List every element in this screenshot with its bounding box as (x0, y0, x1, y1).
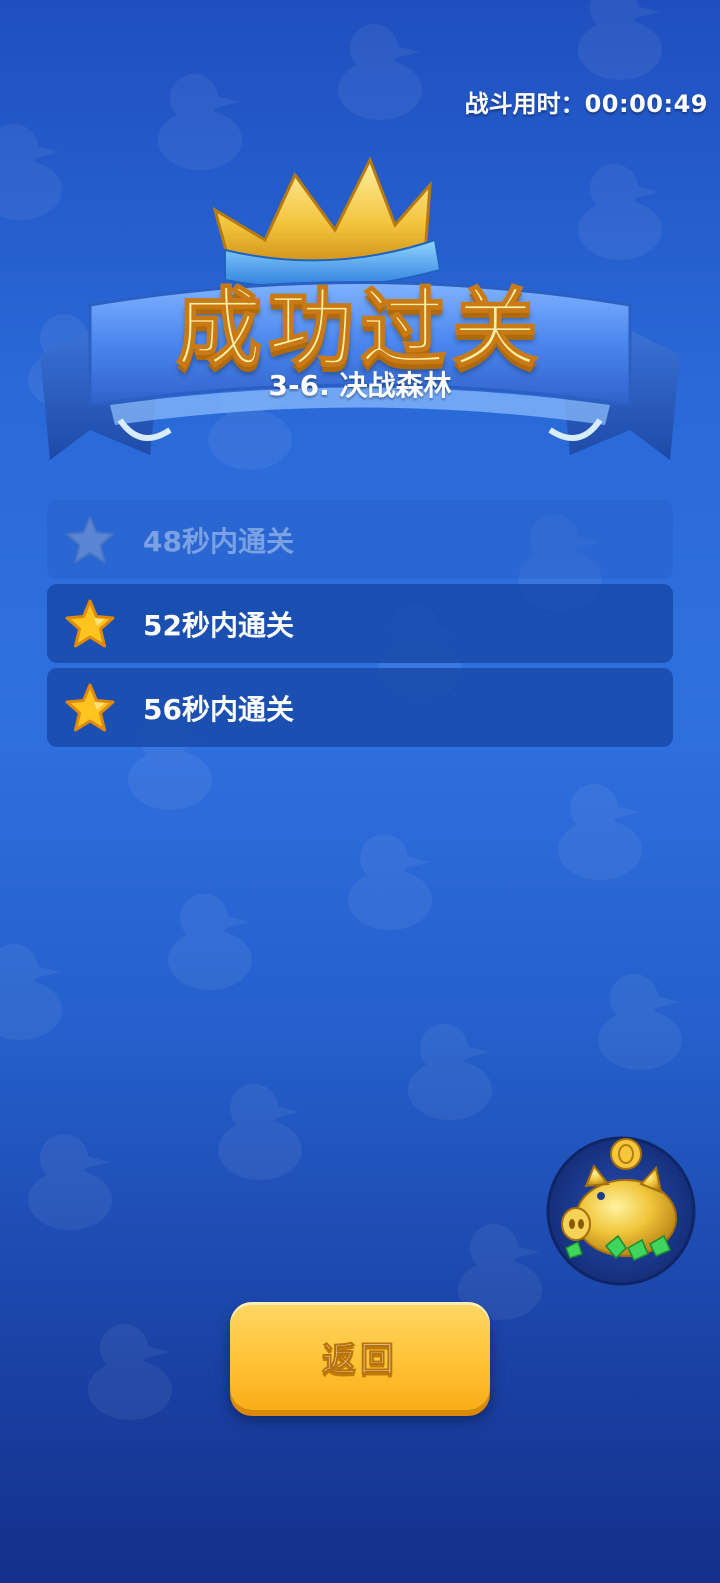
battle-timer: 战斗用时：00:00:49 (465, 84, 708, 119)
objective-label: 56秒内通关 (143, 692, 294, 726)
return-button-label: 返回 (322, 1339, 398, 1380)
objective-label: 52秒内通关 (143, 608, 294, 642)
star-icon (65, 683, 115, 731)
star-icon (66, 515, 114, 563)
timer-value: 00:00:49 (584, 90, 708, 118)
objective-item-2: 52秒内通关 (47, 584, 673, 663)
star-icon (65, 599, 115, 647)
objective-item-1: 48秒内通关 (47, 500, 673, 579)
objectives-list: 48秒内通关 52秒内通关 56秒内通关 (47, 500, 673, 752)
level-name: 3-6. 决战森林 (268, 369, 452, 402)
objective-item-3: 56秒内通关 (47, 668, 673, 747)
objective-label: 48秒内通关 (143, 524, 294, 558)
piggy-bank-icon[interactable] (546, 1136, 696, 1286)
return-button[interactable]: 返回 (230, 1302, 490, 1410)
timer-label: 战斗用时： (464, 90, 585, 118)
